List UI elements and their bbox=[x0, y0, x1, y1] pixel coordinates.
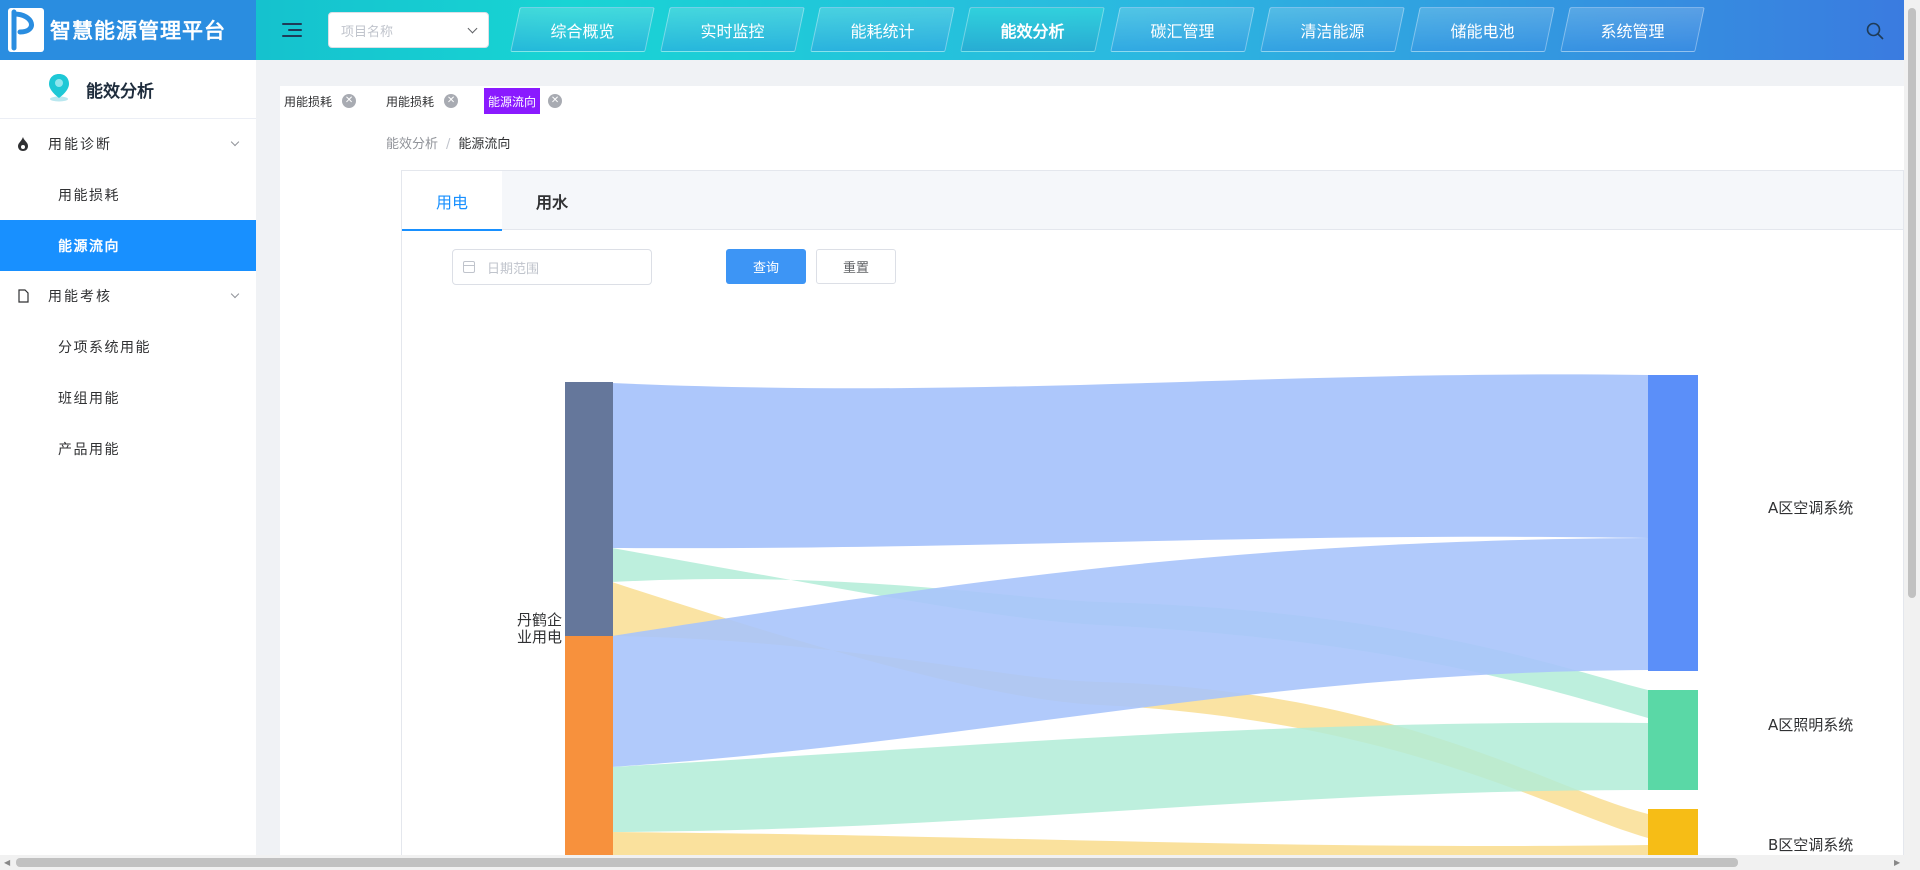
sankey-node-a-ac bbox=[1648, 375, 1698, 671]
sankey-label-a-light: A区照明系统 bbox=[1768, 716, 1854, 734]
sankey-node-a-light bbox=[1648, 690, 1698, 790]
sankey-link bbox=[612, 832, 1648, 855]
sankey-chart bbox=[565, 374, 1698, 855]
sankey-label-b-ac: B区空调系统 bbox=[1768, 836, 1854, 854]
scroll-right-arrow-icon[interactable]: ▶ bbox=[1894, 858, 1900, 867]
vertical-scrollbar-thumb[interactable] bbox=[1908, 8, 1916, 598]
sankey-label-source: 丹鹤企 业用电 bbox=[516, 611, 562, 646]
horizontal-scrollbar-thumb[interactable] bbox=[16, 858, 1738, 867]
sankey-label-a-ac: A区空调系统 bbox=[1768, 499, 1854, 517]
sankey-link bbox=[612, 374, 1648, 549]
horizontal-scrollbar[interactable]: ◀ ▶ bbox=[0, 855, 1920, 870]
vertical-scrollbar[interactable] bbox=[1904, 0, 1920, 855]
scroll-left-arrow-icon[interactable]: ◀ bbox=[4, 858, 10, 867]
sankey-node-source-2 bbox=[565, 636, 613, 855]
sankey-node-b-ac bbox=[1648, 809, 1698, 855]
sankey-node-source-1 bbox=[565, 382, 613, 636]
